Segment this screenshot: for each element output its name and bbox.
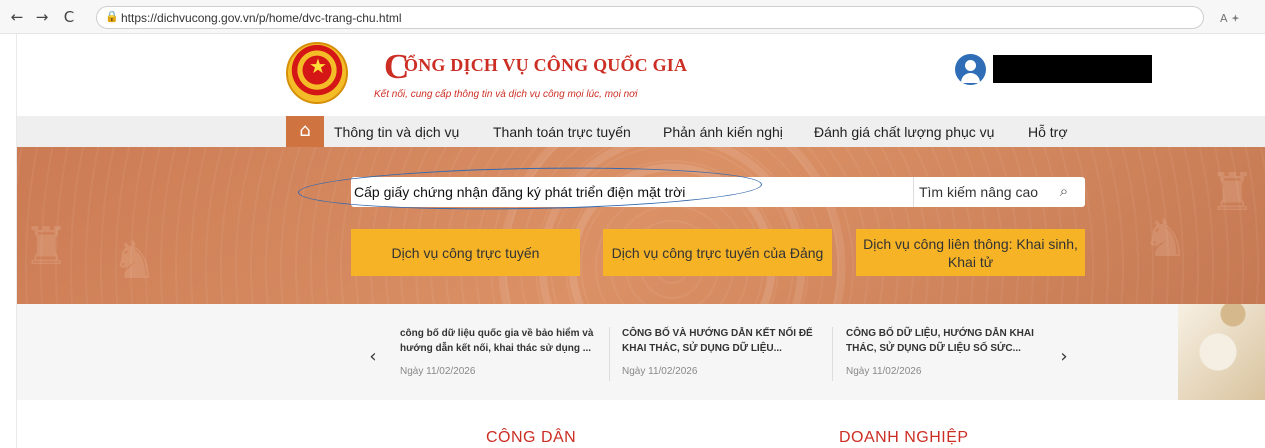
hero-banner: ♜ ♞ ♞ ♜ Tìm kiếm nâng cao ⌕ Dịch vụ công… [17,147,1265,304]
news-divider [609,327,610,381]
browser-actions[interactable]: A 🟅 [1220,10,1240,27]
nav-support[interactable]: Hỗ trợ [1028,124,1068,142]
site-subtitle: Kết nối, cung cấp thông tin và dịch vụ c… [374,89,638,100]
news-date: Ngày 11/02/2026 [622,366,698,377]
decorative-lantern-image [1178,304,1265,400]
carousel-prev-icon[interactable]: ‹ [366,346,380,367]
redacted-user-name [993,55,1152,83]
online-services-button[interactable]: Dịch vụ công trực tuyến [351,229,580,276]
browser-toolbar: ← → C 🔒 https://dichvucong.gov.vn/p/home… [0,0,1265,34]
lock-icon: 🔒 [105,10,119,23]
public-service-portal: ★ C ỔNG DỊCH VỤ CÔNG QUỐC GIA Kết nối, c… [16,34,1265,448]
bird-pattern-icon: ♞ [111,231,158,291]
nav-online-payment[interactable]: Thanh toán trực tuyến [493,124,631,142]
refresh-icon[interactable]: C [58,6,80,28]
news-divider [832,327,833,381]
news-title[interactable]: CÔNG BỐ DỮ LIỆU, HƯỚNG DẪN KHAI THÁC, SỬ… [846,326,1048,356]
birth-death-linked-services-button[interactable]: Dịch vụ công liên thông: Khai sinh, Khai… [856,229,1085,276]
news-date: Ngày 11/02/2026 [400,366,476,377]
nav-service-quality[interactable]: Đánh giá chất lượng phục vụ [814,124,994,142]
carousel-next-icon[interactable]: › [1057,346,1071,367]
business-section-title: DOANH NGHIỆP [839,429,969,446]
user-account-icon[interactable] [955,54,986,85]
address-bar[interactable]: 🔒 https://dichvucong.gov.vn/p/home/dvc-t… [96,6,1204,29]
account-body-icon [961,73,980,83]
bird-pattern-icon: ♜ [1209,163,1256,223]
star-icon: ★ [309,54,327,78]
citizen-section-title: CÔNG DÂN [486,429,577,446]
nav-feedback[interactable]: Phản ánh kiến nghị [663,124,783,142]
url-text[interactable]: https://dichvucong.gov.vn/p/home/dvc-tra… [121,11,402,25]
party-online-services-button[interactable]: Dịch vụ công trực tuyến của Đảng [603,229,832,276]
site-title: ỔNG DỊCH VỤ CÔNG QUỐC GIA [404,55,688,75]
news-title[interactable]: CÔNG BỐ VÀ HƯỚNG DẪN KẾT NỐI ĐỂ KHAI THÁ… [622,326,824,356]
news-date: Ngày 11/02/2026 [846,366,922,377]
news-card[interactable]: CÔNG BỐ VÀ HƯỚNG DẪN KẾT NỐI ĐỂ KHAI THÁ… [622,326,824,386]
nav-information-services[interactable]: Thông tin và dịch vụ [334,124,459,142]
deer-pattern-icon: ♞ [1142,209,1189,269]
account-head-icon [965,60,976,71]
news-card[interactable]: CÔNG BỐ DỮ LIỆU, HƯỚNG DẪN KHAI THÁC, SỬ… [846,326,1048,386]
search-icon[interactable]: ⌕ [1043,177,1085,207]
forward-icon[interactable]: → [31,6,53,28]
national-emblem-icon: ★ [286,42,348,104]
news-carousel: ‹ công bố dữ liệu quốc gia về bảo hiểm v… [17,304,1265,400]
back-icon[interactable]: ← [6,6,28,28]
home-icon[interactable]: ⌂ [286,116,324,147]
main-navigation: ⌂ Thông tin và dịch vụ Thanh toán trực t… [17,116,1265,147]
advanced-search-button[interactable]: Tìm kiếm nâng cao [913,177,1043,207]
news-card[interactable]: công bố dữ liệu quốc gia về bảo hiểm và … [400,326,602,386]
site-header: ★ C ỔNG DỊCH VỤ CÔNG QUỐC GIA Kết nối, c… [17,34,1265,116]
deer-pattern-icon: ♜ [23,217,70,277]
news-title[interactable]: công bố dữ liệu quốc gia về bảo hiểm và … [400,326,602,356]
